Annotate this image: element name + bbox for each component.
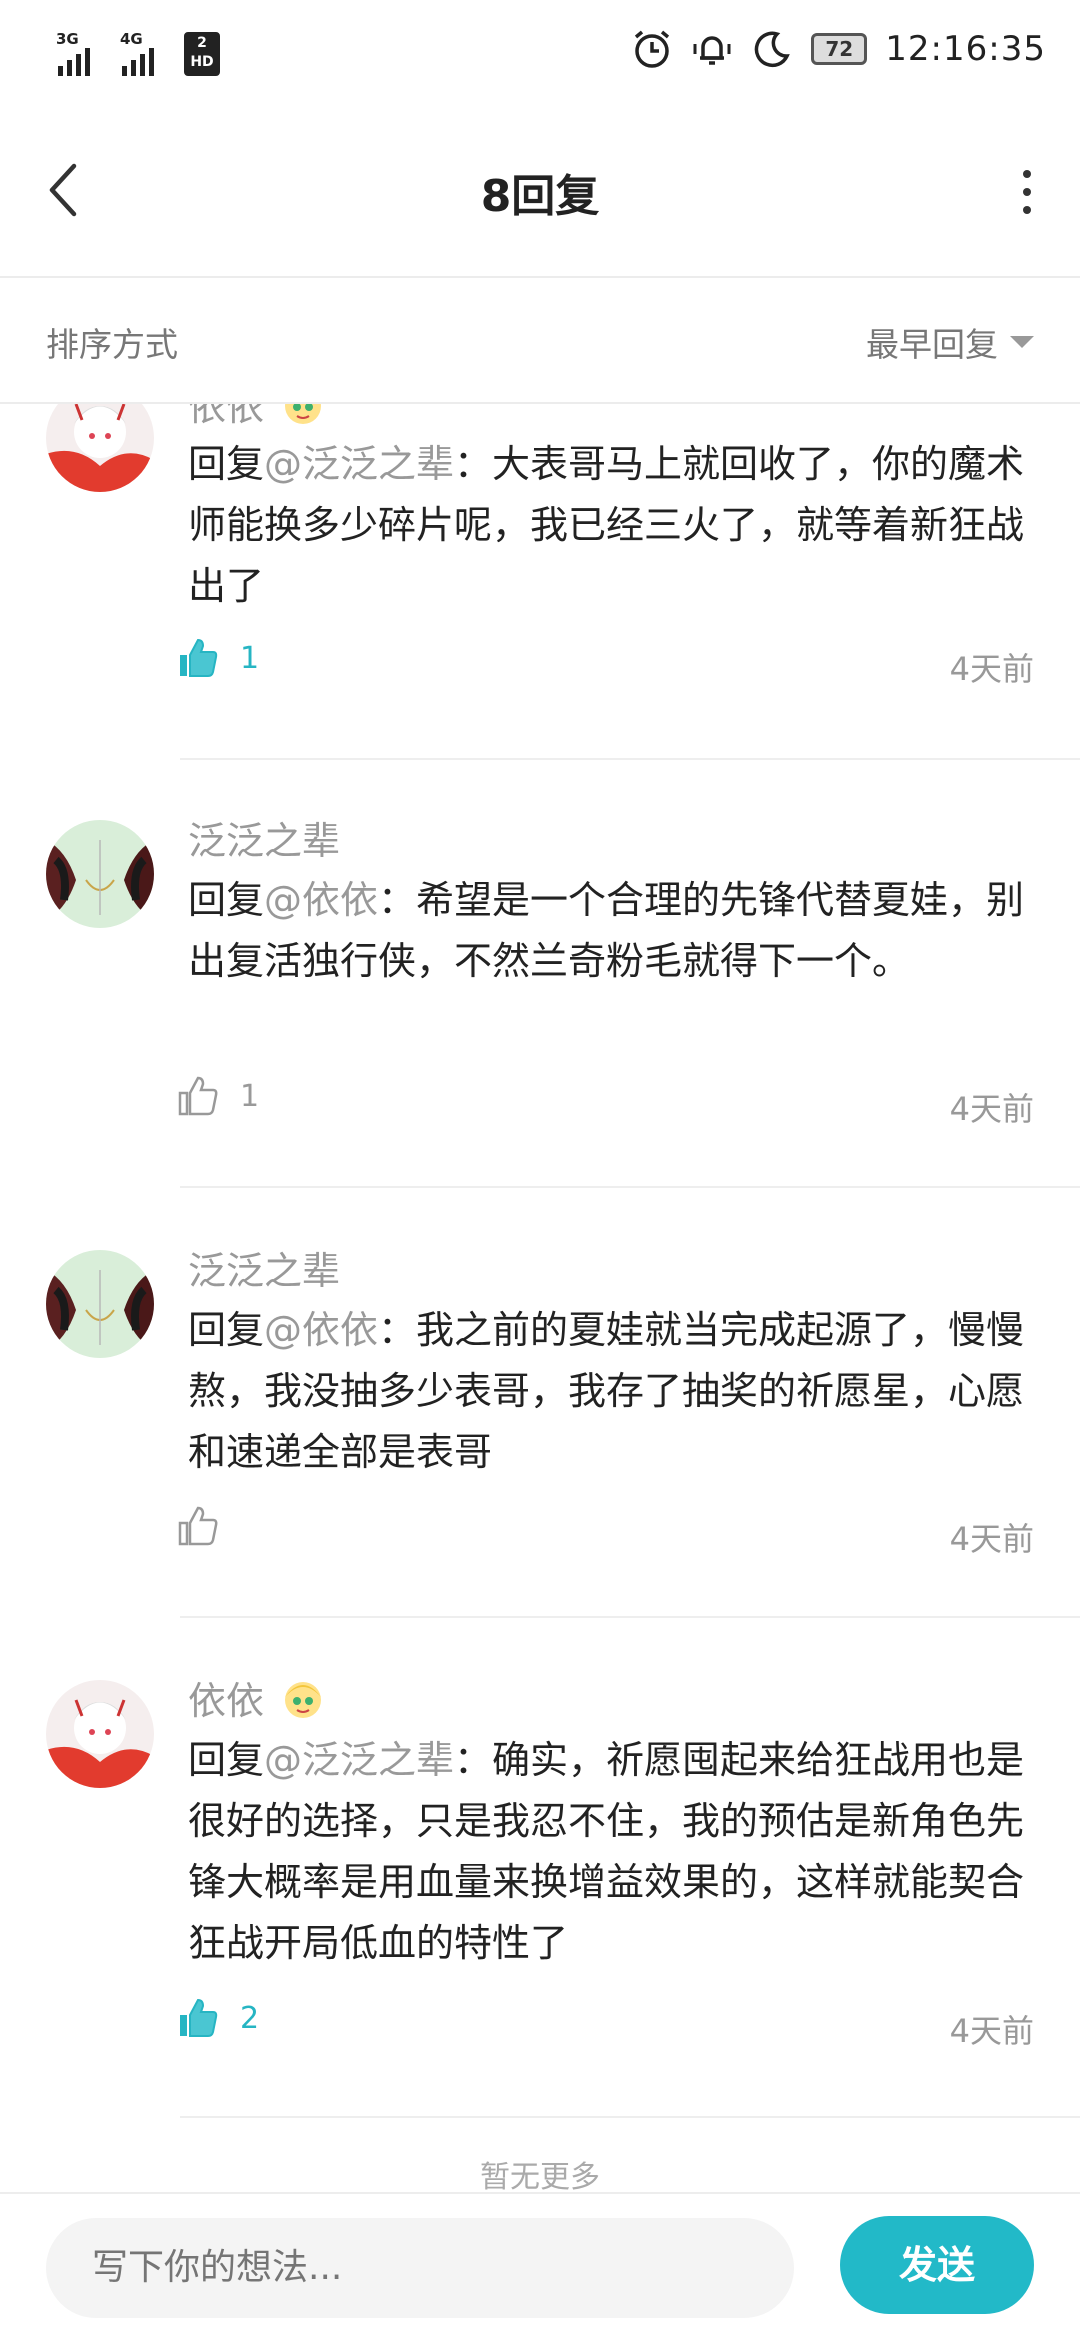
sort-bar: 排序方式 最早回复	[0, 278, 1080, 404]
mention-link[interactable]: @泛泛之辈	[264, 442, 454, 486]
like-button[interactable]: 2	[176, 1996, 259, 2040]
like-button[interactable]	[176, 1504, 240, 1548]
send-button[interactable]: 发送	[840, 2216, 1034, 2314]
reply-item: 依依 回复@泛泛之辈：大表哥马上就回收了，你的魔术师能换多少碎片呢，我已经三火了…	[0, 402, 1080, 762]
divider	[180, 2116, 1080, 2118]
thumbs-up-outline-icon	[178, 1506, 218, 1546]
reply-content: 回复@依依：希望是一个合理的先锋代替夏娃，别出复活独行侠，不然兰奇粉毛就得下一个…	[188, 870, 1038, 992]
signal-icon: 3G	[56, 30, 106, 76]
reply-prefix: 回复	[188, 1308, 265, 1352]
mention-link[interactable]: @依依	[264, 878, 378, 922]
reply-list[interactable]: 依依 回复@泛泛之辈：大表哥马上就回收了，你的魔术师能换多少碎片呢，我已经三火了…	[0, 402, 1080, 2192]
reply-time: 4天前	[949, 1520, 1034, 1558]
username[interactable]: 依依	[188, 1670, 264, 1725]
username-row: 泛泛之辈	[188, 1240, 340, 1295]
hd-badge: 2 HD	[184, 32, 220, 76]
avatar[interactable]	[46, 820, 154, 928]
reply-prefix: 回复	[188, 1738, 265, 1782]
user-badge-icon	[285, 402, 322, 424]
dropdown-triangle-icon	[1010, 336, 1034, 348]
status-left: 3G 4G 2 HD	[56, 30, 220, 76]
signal-icon-2: 4G	[120, 30, 170, 76]
divider	[180, 1616, 1080, 1618]
sort-dropdown[interactable]: 最早回复	[866, 318, 1034, 366]
comment-input[interactable]	[46, 2218, 794, 2318]
reply-item: 泛泛之辈 回复@依依：希望是一个合理的先锋代替夏娃，别出复活独行侠，不然兰奇粉毛…	[0, 760, 1080, 1190]
avatar[interactable]	[46, 1680, 154, 1788]
vibrate-bell-icon	[693, 36, 731, 65]
divider	[180, 1186, 1080, 1188]
user-badge-icon	[285, 1681, 322, 1718]
comment-composer: 发送	[0, 2192, 1080, 2342]
reply-item: 泛泛之辈 回复@依依：我之前的夏娃就当完成起源了，慢慢熬，我没抽多少表哥，我存了…	[0, 1190, 1080, 1620]
reply-item: 依依 回复@泛泛之辈：确实，祈愿囤起来给狂战用也是很好的选择，只是我忍不住，我的…	[0, 1620, 1080, 2120]
alarm-icon	[635, 30, 670, 68]
reply-time: 4天前	[949, 1090, 1034, 1128]
username-row: 依依	[188, 402, 326, 431]
username-row: 泛泛之辈	[188, 810, 340, 865]
like-button[interactable]: 1	[176, 1074, 259, 1118]
more-options-icon[interactable]	[1020, 170, 1034, 214]
sort-value: 最早回复	[866, 325, 998, 364]
thumbs-up-filled-icon	[180, 1998, 218, 2037]
no-more-text: 暂无更多	[480, 2160, 600, 2192]
reply-content: 回复@依依：我之前的夏娃就当完成起源了，慢慢熬，我没抽多少表哥，我存了抽奖的祈愿…	[188, 1300, 1038, 1483]
network-type-2: 4G	[120, 30, 143, 48]
reply-time: 4天前	[949, 2012, 1034, 2050]
clock: 12:16:35	[885, 29, 1046, 69]
network-type-1: 3G	[56, 30, 79, 48]
hd-badge-number: 2	[197, 35, 207, 51]
sort-label: 排序方式	[46, 325, 178, 364]
like-count: 2	[240, 2000, 260, 2036]
reply-prefix: 回复	[188, 878, 265, 922]
avatar[interactable]	[46, 402, 154, 492]
username-row: 依依	[188, 1670, 326, 1725]
like-button[interactable]: 1	[176, 636, 259, 680]
status-right: 72 12:16:35	[631, 28, 1046, 70]
top-app-bar: 8回复	[0, 110, 1080, 278]
status-bar: 3G 4G 2 HD 72 12:16:35	[0, 0, 1080, 110]
battery-indicator: 72	[811, 33, 868, 65]
mention-link[interactable]: @依依	[264, 1308, 378, 1352]
username[interactable]: 依依	[188, 402, 264, 431]
mention-link[interactable]: @泛泛之辈	[264, 1738, 454, 1782]
username[interactable]: 泛泛之辈	[188, 1240, 340, 1295]
reply-content: 回复@泛泛之辈：确实，祈愿囤起来给狂战用也是很好的选择，只是我忍不住，我的预估是…	[188, 1730, 1038, 1974]
thumbs-up-outline-icon	[178, 1076, 218, 1116]
hd-badge-text: HD	[190, 54, 214, 70]
moon-icon	[755, 31, 791, 68]
like-count: 1	[240, 640, 260, 676]
reply-content: 回复@泛泛之辈：大表哥马上就回收了，你的魔术师能换多少碎片呢，我已经三火了，就等…	[188, 434, 1038, 617]
reply-prefix: 回复	[188, 442, 265, 486]
like-count: 1	[240, 1078, 260, 1114]
avatar[interactable]	[46, 1250, 154, 1358]
username[interactable]: 泛泛之辈	[188, 810, 340, 865]
page-title: 8回复	[480, 171, 600, 222]
thumbs-up-filled-icon	[180, 638, 218, 677]
reply-time: 4天前	[949, 650, 1034, 688]
